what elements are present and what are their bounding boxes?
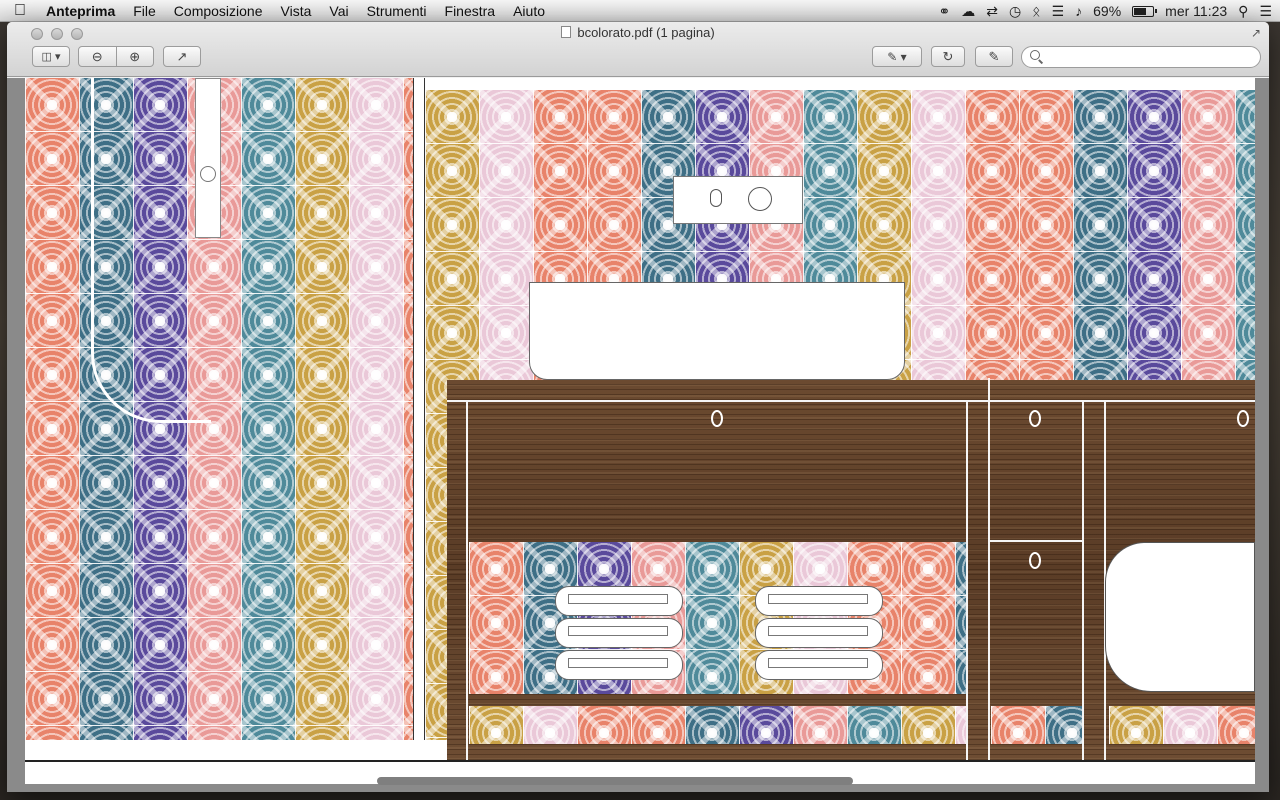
zoom-in-icon[interactable]: ⊕ bbox=[117, 49, 154, 65]
towel bbox=[555, 650, 683, 680]
menu-anteprima[interactable]: Anteprima bbox=[40, 0, 124, 22]
preview-window: bcolorato.pdf (1 pagina) ↗ ◫ ▾ ⊖ ⊕ ↗ ✎ ▾… bbox=[7, 22, 1269, 792]
towel bbox=[755, 618, 883, 648]
spotlight-icon[interactable]: ⚲ bbox=[1238, 0, 1248, 22]
clock[interactable]: mer 11:23 bbox=[1165, 0, 1227, 22]
zoom-out-icon[interactable]: ⊖ bbox=[79, 49, 116, 65]
window-title-text: bcolorato.pdf (1 pagina) bbox=[577, 25, 715, 40]
drawer-handle bbox=[711, 410, 723, 427]
drawer-handle bbox=[1029, 552, 1041, 569]
menu-vai[interactable]: Vai bbox=[320, 0, 357, 22]
share-button[interactable]: ↗ bbox=[163, 46, 201, 67]
battery-icon[interactable] bbox=[1132, 5, 1158, 17]
shower-hose bbox=[91, 78, 211, 423]
menu-finestra[interactable]: Finestra bbox=[436, 0, 505, 22]
sync-icon[interactable]: ⇄ bbox=[986, 0, 998, 22]
menu-vista[interactable]: Vista bbox=[272, 0, 321, 22]
menu-strumenti[interactable]: Strumenti bbox=[358, 0, 436, 22]
faucet-knob-icon bbox=[748, 187, 772, 211]
battery-percent[interactable]: 69% bbox=[1093, 0, 1121, 22]
edit-button[interactable]: ✎ bbox=[975, 46, 1013, 67]
annotate-button[interactable]: ✎ ▾ bbox=[872, 46, 922, 67]
zoom-group: ⊖ ⊕ bbox=[78, 46, 154, 67]
shower-knob bbox=[200, 166, 216, 182]
notification-center-icon[interactable]: ☰ bbox=[1259, 0, 1272, 22]
vanity-line bbox=[988, 540, 1084, 542]
fullscreen-icon[interactable]: ↗ bbox=[1251, 26, 1261, 40]
vanity-line bbox=[988, 378, 990, 760]
status-area: ⚭ ☁ ⇄ ◷ ᛟ ☰ ♪ 69% mer 11:23 ⚲ ☰ bbox=[938, 0, 1272, 22]
icloud-icon[interactable]: ☁ bbox=[961, 0, 975, 22]
shower-bar bbox=[195, 78, 221, 238]
sidebar-view-icon: ◫ ▾ bbox=[41, 51, 61, 63]
annotate-icon: ✎ ▾ bbox=[887, 49, 907, 64]
towel bbox=[755, 586, 883, 616]
floor-line bbox=[25, 760, 1255, 762]
faucet-plate bbox=[673, 176, 803, 224]
vanity-line bbox=[1082, 400, 1084, 760]
window-title: bcolorato.pdf (1 pagina) bbox=[7, 25, 1269, 40]
menu-bar:  Anteprima File Composizione Vista Vai … bbox=[0, 0, 1280, 22]
document-icon bbox=[561, 26, 572, 38]
sidebar-view-button[interactable]: ◫ ▾ bbox=[32, 46, 70, 67]
bluetooth-icon[interactable]: ᛟ bbox=[1032, 0, 1040, 22]
pdf-page bbox=[25, 78, 1255, 784]
sink-basin bbox=[529, 282, 905, 380]
menu-aiuto[interactable]: Aiuto bbox=[504, 0, 554, 22]
towel bbox=[755, 650, 883, 680]
edit-icon: ✎ bbox=[988, 48, 1000, 64]
drawer-handle bbox=[1237, 410, 1249, 427]
rotate-icon: ↻ bbox=[942, 48, 954, 64]
title-bar: bcolorato.pdf (1 pagina) ↗ ◫ ▾ ⊖ ⊕ ↗ ✎ ▾… bbox=[7, 22, 1269, 77]
horizontal-scrollbar[interactable] bbox=[377, 777, 853, 785]
rotate-button[interactable]: ↻ bbox=[931, 46, 965, 67]
drawer-handle bbox=[1029, 410, 1041, 427]
menu-composizione[interactable]: Composizione bbox=[165, 0, 272, 22]
search-field[interactable] bbox=[1021, 46, 1261, 68]
faucet-lever-icon bbox=[710, 189, 722, 207]
bottom-tiles-2 bbox=[991, 706, 1083, 744]
share-icon: ↗ bbox=[176, 48, 188, 64]
document-view[interactable] bbox=[7, 78, 1269, 792]
vanity-line bbox=[466, 400, 468, 760]
wall-divider bbox=[413, 78, 425, 740]
towel bbox=[555, 586, 683, 616]
volume-icon[interactable]: ♪ bbox=[1075, 0, 1082, 22]
search-input[interactable] bbox=[1044, 49, 1254, 65]
menu-file[interactable]: File bbox=[124, 0, 165, 22]
vertical-scrollbar[interactable] bbox=[1259, 442, 1267, 672]
time-machine-icon[interactable]: ◷ bbox=[1009, 0, 1021, 22]
search-icon bbox=[1030, 50, 1040, 60]
open-shelf-tiles bbox=[469, 542, 967, 694]
wifi-icon[interactable]: ☰ bbox=[1052, 0, 1065, 22]
creative-cloud-icon[interactable]: ⚭ bbox=[938, 0, 950, 22]
bathtub bbox=[1105, 542, 1255, 692]
vanity-top-line bbox=[447, 400, 1255, 402]
vanity-line bbox=[966, 400, 968, 760]
apple-icon[interactable]:  bbox=[0, 2, 40, 20]
towel bbox=[555, 618, 683, 648]
bottom-tiles-3 bbox=[1109, 706, 1255, 744]
bottom-shelf-tiles bbox=[469, 706, 967, 744]
